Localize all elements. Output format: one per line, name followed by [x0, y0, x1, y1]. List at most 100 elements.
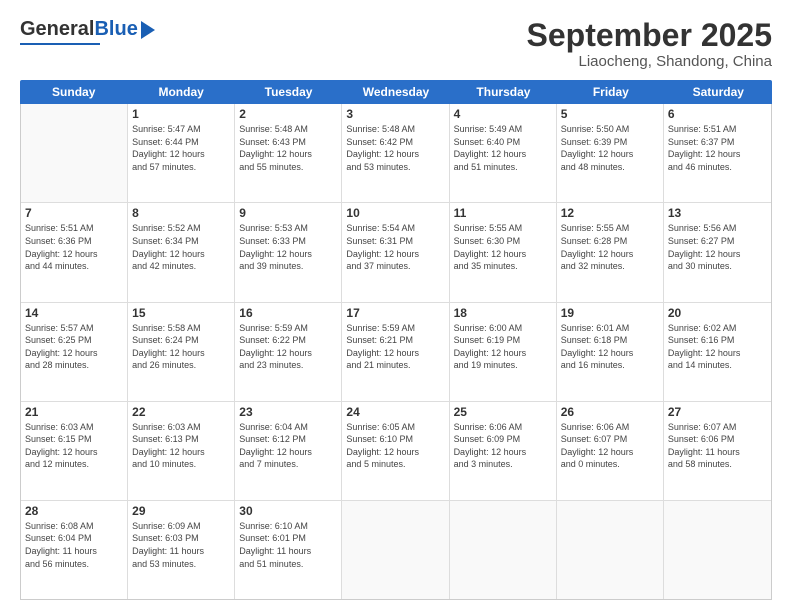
- day-info: Sunrise: 5:55 AM Sunset: 6:28 PM Dayligh…: [561, 222, 659, 272]
- calendar-cell: 15 Sunrise: 5:58 AM Sunset: 6:24 PM Dayli…: [128, 303, 235, 401]
- day-number: 19: [561, 306, 659, 320]
- day-info: Sunrise: 6:03 AM Sunset: 6:15 PM Dayligh…: [25, 421, 123, 471]
- day-info: Sunrise: 6:10 AM Sunset: 6:01 PM Dayligh…: [239, 520, 337, 570]
- day-number: 3: [346, 107, 444, 121]
- calendar-row: 28 Sunrise: 6:08 AM Sunset: 6:04 PM Dayli…: [21, 501, 771, 599]
- calendar-cell: 2Sunrise: 5:48 AM Sunset: 6:43 PM Daylig…: [235, 104, 342, 202]
- day-number: 27: [668, 405, 767, 419]
- calendar-cell: 24 Sunrise: 6:05 AM Sunset: 6:10 PM Dayli…: [342, 402, 449, 500]
- logo: General Blue: [20, 18, 155, 45]
- calendar-cell: [342, 501, 449, 599]
- calendar-cell: 28 Sunrise: 6:08 AM Sunset: 6:04 PM Dayli…: [21, 501, 128, 599]
- calendar-cell: 6 Sunrise: 5:51 AM Sunset: 6:37 PM Daylig…: [664, 104, 771, 202]
- day-number: 30: [239, 504, 337, 518]
- day-info: Sunrise: 5:52 AM Sunset: 6:34 PM Dayligh…: [132, 222, 230, 272]
- calendar-header-cell: Sunday: [20, 80, 127, 104]
- calendar-header-cell: Saturday: [665, 80, 772, 104]
- day-number: 22: [132, 405, 230, 419]
- day-number: 23: [239, 405, 337, 419]
- day-info: Sunrise: 6:07 AM Sunset: 6:06 PM Dayligh…: [668, 421, 767, 471]
- day-info: Sunrise: 6:03 AM Sunset: 6:13 PM Dayligh…: [132, 421, 230, 471]
- day-number: 6: [668, 107, 767, 121]
- calendar-subtitle: Liaocheng, Shandong, China: [527, 53, 772, 70]
- day-info: Sunrise: 6:08 AM Sunset: 6:04 PM Dayligh…: [25, 520, 123, 570]
- calendar-cell: 5Sunrise: 5:50 AM Sunset: 6:39 PM Daylig…: [557, 104, 664, 202]
- day-number: 9: [239, 206, 337, 220]
- day-info: Sunrise: 6:05 AM Sunset: 6:10 PM Dayligh…: [346, 421, 444, 471]
- day-number: 26: [561, 405, 659, 419]
- logo-arrow-icon: [141, 21, 155, 39]
- logo-text: General Blue: [20, 18, 155, 41]
- day-info: Sunrise: 5:50 AM Sunset: 6:39 PM Dayligh…: [561, 123, 659, 173]
- calendar-header-cell: Wednesday: [342, 80, 449, 104]
- calendar-cell: 27 Sunrise: 6:07 AM Sunset: 6:06 PM Dayli…: [664, 402, 771, 500]
- day-info: Sunrise: 5:56 AM Sunset: 6:27 PM Dayligh…: [668, 222, 767, 272]
- calendar-cell: 25 Sunrise: 6:06 AM Sunset: 6:09 PM Dayli…: [450, 402, 557, 500]
- day-number: 25: [454, 405, 552, 419]
- calendar-cell: 8Sunrise: 5:52 AM Sunset: 6:34 PM Daylig…: [128, 203, 235, 301]
- logo-blue: Blue: [94, 18, 137, 41]
- header: General Blue September 2025 Liaocheng, S…: [20, 18, 772, 70]
- day-number: 28: [25, 504, 123, 518]
- day-info: Sunrise: 5:47 AM Sunset: 6:44 PM Dayligh…: [132, 123, 230, 173]
- logo-line: [20, 43, 100, 45]
- calendar-cell: 12Sunrise: 5:55 AM Sunset: 6:28 PM Dayli…: [557, 203, 664, 301]
- day-number: 14: [25, 306, 123, 320]
- calendar-row: 1 Sunrise: 5:47 AM Sunset: 6:44 PM Daylig…: [21, 104, 771, 203]
- calendar-body: 1 Sunrise: 5:47 AM Sunset: 6:44 PM Daylig…: [20, 104, 772, 600]
- day-info: Sunrise: 6:06 AM Sunset: 6:07 PM Dayligh…: [561, 421, 659, 471]
- calendar-header-cell: Monday: [127, 80, 234, 104]
- day-info: Sunrise: 5:55 AM Sunset: 6:30 PM Dayligh…: [454, 222, 552, 272]
- calendar-cell: 18Sunrise: 6:00 AM Sunset: 6:19 PM Dayli…: [450, 303, 557, 401]
- day-info: Sunrise: 5:54 AM Sunset: 6:31 PM Dayligh…: [346, 222, 444, 272]
- day-number: 2: [239, 107, 337, 121]
- day-info: Sunrise: 5:49 AM Sunset: 6:40 PM Dayligh…: [454, 123, 552, 173]
- calendar-cell: [21, 104, 128, 202]
- calendar-cell: 4Sunrise: 5:49 AM Sunset: 6:40 PM Daylig…: [450, 104, 557, 202]
- day-number: 15: [132, 306, 230, 320]
- page: General Blue September 2025 Liaocheng, S…: [0, 0, 792, 612]
- day-info: Sunrise: 5:51 AM Sunset: 6:36 PM Dayligh…: [25, 222, 123, 272]
- calendar-cell: 16 Sunrise: 5:59 AM Sunset: 6:22 PM Dayli…: [235, 303, 342, 401]
- day-info: Sunrise: 5:59 AM Sunset: 6:22 PM Dayligh…: [239, 322, 337, 372]
- calendar-header-cell: Friday: [557, 80, 664, 104]
- day-info: Sunrise: 6:09 AM Sunset: 6:03 PM Dayligh…: [132, 520, 230, 570]
- day-info: Sunrise: 6:04 AM Sunset: 6:12 PM Dayligh…: [239, 421, 337, 471]
- calendar-header-cell: Thursday: [450, 80, 557, 104]
- day-number: 24: [346, 405, 444, 419]
- day-number: 18: [454, 306, 552, 320]
- calendar-cell: [664, 501, 771, 599]
- day-info: Sunrise: 5:58 AM Sunset: 6:24 PM Dayligh…: [132, 322, 230, 372]
- day-info: Sunrise: 6:02 AM Sunset: 6:16 PM Dayligh…: [668, 322, 767, 372]
- calendar-cell: 23 Sunrise: 6:04 AM Sunset: 6:12 PM Dayli…: [235, 402, 342, 500]
- day-info: Sunrise: 5:51 AM Sunset: 6:37 PM Dayligh…: [668, 123, 767, 173]
- calendar-cell: 21 Sunrise: 6:03 AM Sunset: 6:15 PM Dayli…: [21, 402, 128, 500]
- title-block: September 2025 Liaocheng, Shandong, Chin…: [527, 18, 772, 70]
- day-number: 7: [25, 206, 123, 220]
- calendar-cell: 19 Sunrise: 6:01 AM Sunset: 6:18 PM Dayli…: [557, 303, 664, 401]
- calendar-cell: 26 Sunrise: 6:06 AM Sunset: 6:07 PM Dayli…: [557, 402, 664, 500]
- calendar-cell: 1 Sunrise: 5:47 AM Sunset: 6:44 PM Daylig…: [128, 104, 235, 202]
- calendar-cell: 17 Sunrise: 5:59 AM Sunset: 6:21 PM Dayli…: [342, 303, 449, 401]
- day-number: 21: [25, 405, 123, 419]
- calendar-cell: 7 Sunrise: 5:51 AM Sunset: 6:36 PM Daylig…: [21, 203, 128, 301]
- day-info: Sunrise: 5:59 AM Sunset: 6:21 PM Dayligh…: [346, 322, 444, 372]
- day-number: 10: [346, 206, 444, 220]
- calendar-cell: 11Sunrise: 5:55 AM Sunset: 6:30 PM Dayli…: [450, 203, 557, 301]
- day-info: Sunrise: 5:57 AM Sunset: 6:25 PM Dayligh…: [25, 322, 123, 372]
- day-number: 13: [668, 206, 767, 220]
- calendar-cell: 9Sunrise: 5:53 AM Sunset: 6:33 PM Daylig…: [235, 203, 342, 301]
- day-info: Sunrise: 6:06 AM Sunset: 6:09 PM Dayligh…: [454, 421, 552, 471]
- day-info: Sunrise: 5:48 AM Sunset: 6:42 PM Dayligh…: [346, 123, 444, 173]
- day-number: 17: [346, 306, 444, 320]
- day-number: 20: [668, 306, 767, 320]
- day-info: Sunrise: 6:01 AM Sunset: 6:18 PM Dayligh…: [561, 322, 659, 372]
- calendar-cell: [557, 501, 664, 599]
- day-number: 16: [239, 306, 337, 320]
- day-number: 1: [132, 107, 230, 121]
- calendar-row: 14 Sunrise: 5:57 AM Sunset: 6:25 PM Dayli…: [21, 303, 771, 402]
- calendar-row: 7 Sunrise: 5:51 AM Sunset: 6:36 PM Daylig…: [21, 203, 771, 302]
- calendar-row: 21 Sunrise: 6:03 AM Sunset: 6:15 PM Dayli…: [21, 402, 771, 501]
- calendar-cell: 14 Sunrise: 5:57 AM Sunset: 6:25 PM Dayli…: [21, 303, 128, 401]
- calendar: SundayMondayTuesdayWednesdayThursdayFrid…: [20, 80, 772, 600]
